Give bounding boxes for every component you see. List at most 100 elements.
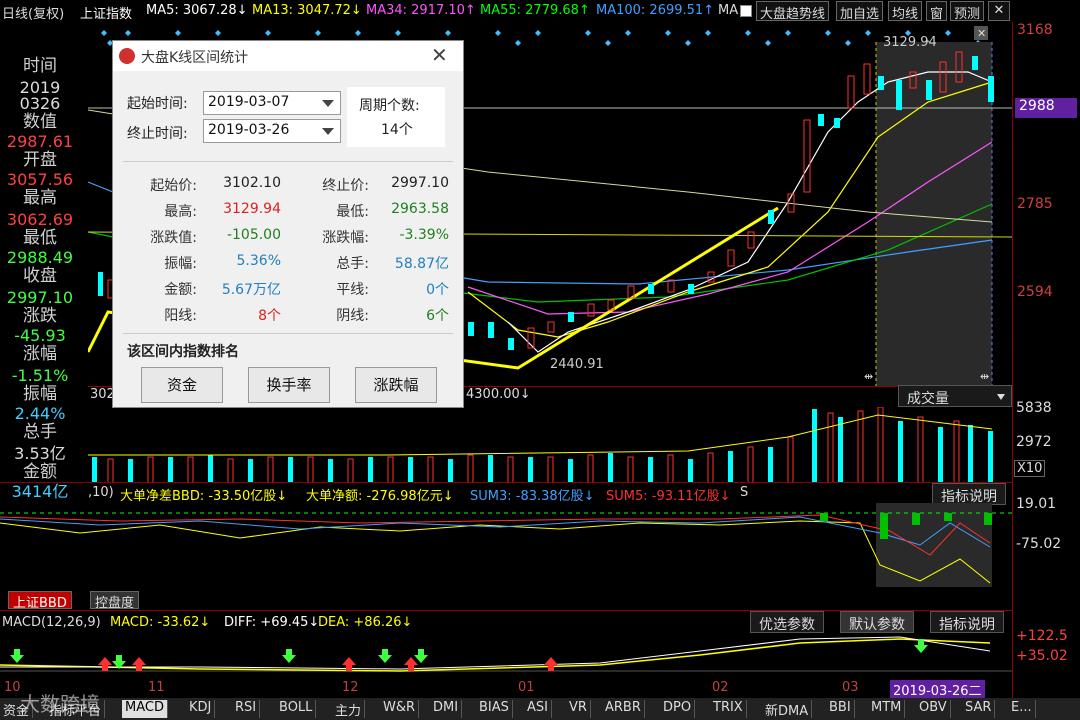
ma34-value: MA34: 2917.10↑ [366,3,476,18]
tab-kdj[interactable]: KDJ [186,700,216,718]
bbd-value: 大单净差BBD: -33.50亿股↓ [120,489,288,504]
vol-axis-2: 2972 [1016,434,1052,450]
chevron-down-icon [322,100,334,107]
ma5-value: MA5: 3067.28↓ [146,3,248,18]
bbd-s: S [740,485,749,500]
bbd-sum3: SUM3: -83.38亿股↓ [470,489,595,504]
macd-label: MACD(12,26,9) [2,615,101,630]
vol-value-label: 4300.00↓ [466,387,531,402]
amount-label: 金额 [23,462,57,482]
tab-sar[interactable]: SAR [962,700,996,718]
amount-label: 金额: [164,282,197,298]
tab-mtm[interactable]: MTM [868,700,906,718]
watermark: 大数跨境 [20,692,100,716]
tab-bbd[interactable]: 上证BBD [8,591,72,611]
tab-wr[interactable]: W&R [380,700,420,718]
ma-button[interactable]: 均线 [888,1,923,22]
start-time-label: 起始时间: [127,96,188,112]
tab-vr[interactable]: VR [566,700,591,718]
start-time-select[interactable]: 2019-03-07 [203,91,341,115]
high-value: 3062.69 [6,210,74,229]
tab-boll[interactable]: BOLL [276,700,317,718]
volume-selector[interactable]: 成交量 [898,385,1012,407]
dialog-title: 大盘K线区间统计 [141,50,249,66]
close-icon[interactable]: ✕ [988,1,1010,21]
end-time-select[interactable]: 2019-03-26 [203,119,341,143]
date-tick: 10 [4,680,21,695]
diff-value: DIFF: +69.45↓ [224,615,320,630]
low-value: 2988.49 [6,248,74,267]
ma-checkbox[interactable] [740,5,752,17]
chevron-down-icon [997,394,1005,400]
optimal-params-button[interactable]: 优选参数 [750,611,824,633]
tab-main[interactable]: 主力 [332,700,366,719]
top-toolbar: 日线(复权) 上证指数 MA5: 3067.28↓ MA13: 3047.72↓… [0,0,1080,22]
macd-panel: MACD(12,26,9) MACD: -33.62↓ DIFF: +69.45… [0,610,1012,680]
total-volume-value: 58.87亿 [394,256,449,272]
pct-label: 涨幅 [23,344,57,364]
yang-count-label: 阳线: [164,308,197,324]
app-icon [119,48,135,64]
lowest-value: 2963.58 [391,201,449,217]
bbd-net-value: 大单净额: -276.98亿元↓ [306,489,454,504]
macd-axis-1: +122.5 [1016,628,1068,644]
amplitude-value: 5.36% [236,253,281,269]
macd-help-button[interactable]: 指标说明 [930,611,1004,633]
date-axis: 10 11 12 01 02 03 2019-03-26二 [0,680,1012,699]
flat-count-value: 0个 [426,282,449,298]
rank-title: 该区间内指数排名 [127,344,239,360]
amp-label: 振幅 [23,384,57,404]
close-value: 2997.10 [6,288,74,307]
rank-funds-button[interactable]: 资金 [141,367,223,403]
range-handle-right[interactable]: ⇹ [980,370,989,383]
tab-more[interactable]: E... [1008,700,1036,718]
bbd-chart [0,503,1012,587]
tab-macd[interactable]: MACD [122,700,168,718]
date-tick: 03 [842,680,859,695]
yin-count-label: 阴线: [336,308,369,324]
start-price-value: 3102.10 [223,175,281,191]
ma13-value: MA13: 3047.72↓ [252,3,362,18]
close-label: 收盘 [23,266,57,286]
price-tick-4: 2594 [1017,284,1053,300]
ma-more: MA [718,3,739,18]
tab-asi[interactable]: ASI [524,700,552,718]
tab-bbi[interactable]: BBI [826,700,855,718]
value-label: 数值 [23,112,57,132]
default-params-button[interactable]: 默认参数 [840,611,914,633]
tab-arbr[interactable]: ARBR [602,700,645,718]
open-value: 3057.56 [6,170,74,189]
macd-axis-2: +35.02 [1016,648,1068,664]
period-label[interactable]: 日线(复权) [2,3,64,22]
change-pct-label: 涨跌幅: [322,230,369,246]
time-label: 时间 [23,56,57,76]
dialog-close-icon[interactable]: ✕ [431,43,448,67]
vol-value: 3.53亿 [14,444,66,463]
range-handle-left[interactable]: ⇹ [864,370,873,383]
forecast-button[interactable]: 预测 [950,1,985,22]
tab-rsi[interactable]: RSI [232,700,261,718]
macd-chart [0,636,1012,672]
ma55-value: MA55: 2779.68↑ [480,3,590,18]
date-tick: 02 [712,680,729,695]
tab-dmi[interactable]: DMI [430,700,463,718]
window-button[interactable]: 窗 [926,1,948,22]
bbd-help-button[interactable]: 指标说明 [932,483,1006,505]
vol-label: 总手 [23,422,57,442]
price-cursor-label: 2988 [1015,98,1077,118]
tab-new-dma[interactable]: 新DMA [762,700,813,719]
tab-obv[interactable]: OBV [916,700,951,718]
tab-control[interactable]: 控盘度 [90,591,140,611]
tab-trix[interactable]: TRIX [710,700,747,718]
period-count-box: 周期个数: 14个 [347,87,445,147]
tab-bias[interactable]: BIAS [476,700,513,718]
rank-turnover-button[interactable]: 换手率 [248,367,330,403]
date-tick: 01 [518,680,535,695]
end-time-label: 终止时间: [127,126,188,142]
trend-line-button[interactable]: 大盘趋势线 [756,1,830,22]
tab-dpo[interactable]: DPO [660,700,696,718]
rank-change-button[interactable]: 涨跌幅 [355,367,437,403]
amplitude-label: 振幅: [164,256,197,272]
add-watchlist-button[interactable]: 加自选 [836,1,884,22]
end-price-value: 2997.10 [391,175,449,191]
